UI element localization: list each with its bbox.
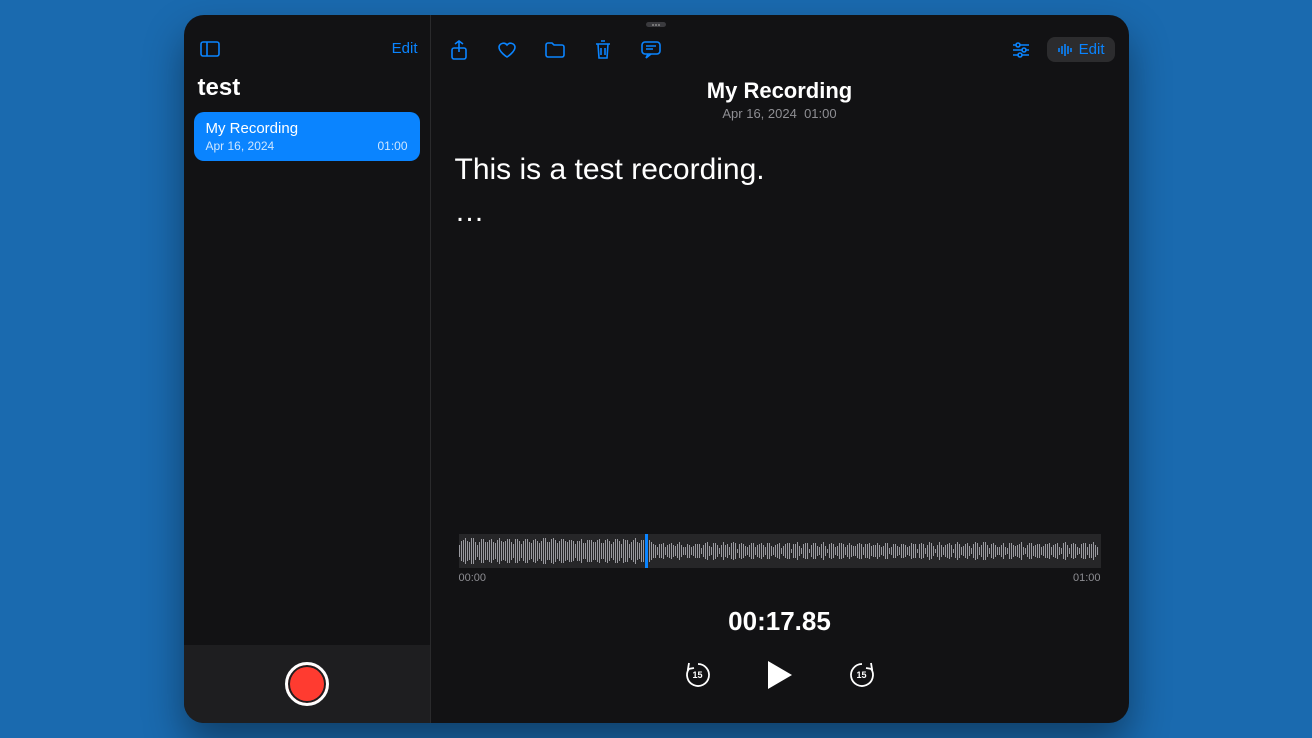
sidebar-edit-button[interactable]: Edit	[392, 40, 418, 57]
transcript-text: This is a test recording.	[455, 153, 1105, 187]
sidebar-toolbar: Edit	[184, 15, 430, 70]
sidebar-footer	[184, 645, 430, 723]
recording-duration: 01:00	[804, 106, 837, 121]
transcript-icon[interactable]	[637, 36, 665, 64]
recording-item-duration: 01:00	[377, 139, 407, 153]
waveform-start-label: 00:00	[459, 572, 487, 584]
options-icon[interactable]	[1007, 36, 1035, 64]
record-button[interactable]	[285, 662, 329, 706]
play-button[interactable]	[760, 655, 800, 695]
sidebar-toggle-icon[interactable]	[196, 35, 224, 63]
recording-header: My Recording Apr 16, 2024 01:00	[431, 70, 1129, 125]
waveform[interactable]	[459, 534, 1101, 568]
home-indicator[interactable]	[646, 22, 666, 27]
transcript-area[interactable]: This is a test recording. …	[431, 125, 1129, 257]
skip-forward-button[interactable]: 15	[844, 657, 880, 693]
delete-icon[interactable]	[589, 36, 617, 64]
move-to-folder-icon[interactable]	[541, 36, 569, 64]
recording-item-date: Apr 16, 2024	[206, 139, 275, 153]
waveform-labels: 00:00 01:00	[459, 572, 1101, 584]
favorite-icon[interactable]	[493, 36, 521, 64]
sidebar: Edit test My Recording Apr 16, 2024 01:0…	[184, 15, 431, 723]
recording-title[interactable]: My Recording	[431, 78, 1129, 104]
skip-back-button[interactable]: 15	[680, 657, 716, 693]
edit-recording-button[interactable]: Edit	[1047, 37, 1115, 62]
main-toolbar: Edit	[431, 15, 1129, 70]
recording-list-item[interactable]: My Recording Apr 16, 2024 01:00	[194, 112, 420, 161]
waveform-icon	[1057, 43, 1073, 57]
edit-recording-label: Edit	[1079, 41, 1105, 58]
timecode: 00:17.85	[459, 606, 1101, 637]
recording-subtitle: Apr 16, 2024 01:00	[431, 106, 1129, 121]
main-panel: Edit My Recording Apr 16, 2024 01:00 Thi…	[431, 15, 1129, 723]
playhead[interactable]	[645, 534, 648, 568]
waveform-area: 00:00 01:00 00:17.85 15 15	[431, 534, 1129, 723]
playback-controls: 15 15	[459, 655, 1101, 723]
transcript-ellipsis: …	[455, 195, 1105, 229]
recording-date: Apr 16, 2024	[722, 106, 796, 121]
recording-item-title: My Recording	[206, 120, 408, 137]
folder-title: test	[184, 70, 430, 112]
play-icon	[766, 659, 794, 691]
share-icon[interactable]	[445, 36, 473, 64]
waveform-end-label: 01:00	[1073, 572, 1101, 584]
app-window: Edit test My Recording Apr 16, 2024 01:0…	[184, 15, 1129, 723]
recordings-list: My Recording Apr 16, 2024 01:00	[184, 112, 430, 161]
